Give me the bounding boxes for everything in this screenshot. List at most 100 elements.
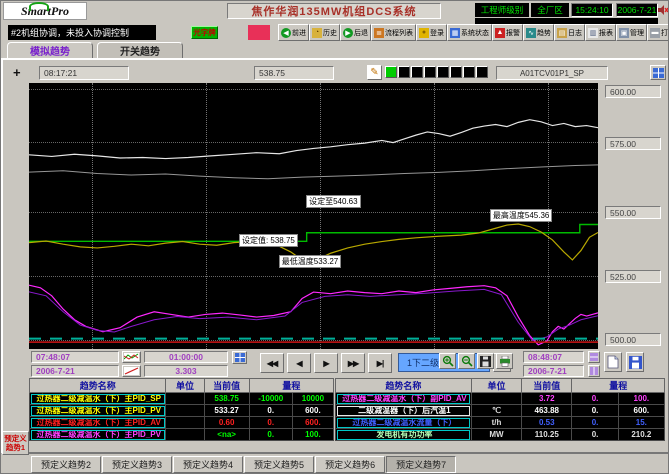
view-tab-1[interactable]: 模拟趋势	[7, 42, 93, 59]
toolbar-button-7[interactable]: ▲报警	[492, 24, 523, 41]
nav-button-3[interactable]: ▶	[314, 353, 338, 373]
back-icon: ▶	[343, 28, 353, 38]
table-row[interactable]: 过热器二级减温水（下）主PID_PV<na>0.100.	[30, 429, 334, 441]
range-max-cell: 100.	[618, 393, 664, 405]
table-row[interactable]: 过热器二级减温水（下）主PID_PV533.270.600.	[30, 405, 334, 417]
end-time-field[interactable]: 08:48:07	[523, 351, 584, 363]
new-trend-icon[interactable]	[604, 352, 622, 372]
speaker-icon[interactable]	[658, 4, 669, 16]
toolbar-button-10[interactable]: ▥报表	[585, 24, 616, 41]
bottom-tab-predefined-4[interactable]: 预定义趋势4	[173, 456, 243, 473]
trend-name-cell[interactable]: 过热器二级减温水（下）主PID_AV	[30, 417, 166, 429]
time-span-field[interactable]: 01:00:00	[144, 351, 228, 363]
bottom-tab-predefined-7[interactable]: 预定义趋势7	[386, 456, 456, 473]
toolbar-button-11[interactable]: ▣管理	[616, 24, 647, 41]
range-max-cell: 600.	[618, 405, 664, 417]
trend-name-cell[interactable]: 发电机有功功率	[336, 429, 472, 441]
unit-cell	[471, 393, 521, 405]
trend-name-cell[interactable]: 过热器二级减温水（下）主PID_PV	[30, 405, 166, 417]
crosshair-cursor-icon[interactable]: +	[13, 65, 21, 80]
toolbar-button-4[interactable]: ≣流程列表	[371, 24, 416, 41]
user-level-label: 工程师级别	[475, 3, 529, 17]
chart-annotation-1: 设定至540.63	[306, 195, 360, 208]
cursor-time-field: 08:17:21	[39, 66, 129, 80]
zoom-in-icon[interactable]	[439, 353, 456, 369]
range-max-cell: 15.	[618, 417, 664, 429]
toolbar-button-5[interactable]: ●登录	[416, 24, 447, 41]
pen-color-swatch-3[interactable]	[411, 66, 423, 78]
trend-mini-icon[interactable]	[122, 351, 141, 363]
end-time-picker-icon[interactable]	[588, 351, 600, 363]
trend-name-cell[interactable]: 过热器二级减温水（下）主PID_PV	[30, 429, 166, 441]
area-label: 全厂区	[531, 3, 569, 17]
cursor-reading-field: 3.303	[144, 365, 228, 377]
y-axis-label: 525.00	[605, 270, 661, 283]
range-min-cell: 0.	[572, 405, 618, 417]
view-tab-2[interactable]: 开关趋势	[97, 42, 183, 59]
forward-icon: ◀	[281, 28, 291, 38]
table-row[interactable]: 发电机有功功率MW110.250.210.2	[336, 429, 665, 441]
pen-color-swatch-2[interactable]	[398, 66, 410, 78]
bottom-tab-predefined-6[interactable]: 预定义趋势6	[315, 456, 385, 473]
start-time-field[interactable]: 07:48:07	[31, 351, 119, 363]
nav-button-1[interactable]: ◀◀	[260, 353, 284, 373]
toolbar-button-1[interactable]: ◀前进	[278, 24, 309, 41]
pen-color-swatch-5[interactable]	[437, 66, 449, 78]
range-min-cell: -10000	[249, 393, 292, 405]
end-date-picker-icon[interactable]	[588, 365, 600, 377]
pen-color-swatch-4[interactable]	[424, 66, 436, 78]
trend-chart[interactable]: 设定至540.63设定值: 538.75最低温度533.27最高温度545.36	[29, 83, 598, 349]
pen-color-swatch-8[interactable]	[476, 66, 488, 78]
table-row[interactable]: 过热器二级减温水（下）主PID_SP538.75-1000010000	[30, 393, 334, 405]
pen-edit-icon[interactable]: ✎	[367, 65, 382, 80]
zoom-out-icon[interactable]	[458, 353, 475, 369]
range-min-cell: 0.	[249, 405, 292, 417]
toolbar-button-9[interactable]: ▤日志	[554, 24, 585, 41]
trend-name-cell[interactable]: 过热器二级减温水流量（下）	[336, 417, 472, 429]
series-gray-temp	[29, 165, 598, 179]
y-axis-label: 550.00	[605, 206, 661, 219]
table-row[interactable]: 二级减温器（下）后汽温1℃463.880.600.	[336, 405, 665, 417]
bottom-tab-predefined-5[interactable]: 预定义趋势5	[244, 456, 314, 473]
toolbar-button-12[interactable]: ▬打印图形	[647, 24, 669, 41]
pen-color-swatch-1[interactable]	[385, 66, 397, 78]
nav-button-4[interactable]: ▶▶	[341, 353, 365, 373]
pen-color-swatch-7[interactable]	[463, 66, 475, 78]
toolbar-button-8[interactable]: ∿趋势	[523, 24, 554, 41]
pen-color-swatch-6[interactable]	[450, 66, 462, 78]
table-header-row: 趋势名称单位当前值量程	[336, 379, 665, 393]
print-icon: ▬	[650, 28, 660, 38]
start-date-field[interactable]: 2006-7-21	[31, 365, 119, 377]
unit-cell: MW	[471, 429, 521, 441]
print-trend-icon[interactable]	[496, 353, 513, 369]
bottom-tab-predefined-2[interactable]: 预定义趋势2	[31, 456, 101, 473]
range-min-cell: 0.	[572, 429, 618, 441]
toolbar-button-label: 后退	[354, 28, 368, 38]
nav-button-5[interactable]: ▶|	[368, 353, 392, 373]
bottom-tab-predefined-3[interactable]: 预定义趋势3	[102, 456, 172, 473]
bottom-tab-predefined-1[interactable]: 预定义趋势1	[2, 431, 29, 455]
alarm-icon: ▲	[495, 28, 505, 38]
chart-config-icon[interactable]	[650, 65, 666, 80]
table-row[interactable]: 过热器二级减温水（下）副PID_AV3.720.100.	[336, 393, 665, 405]
time-nav-buttons: ◀◀◀▶▶▶▶|	[260, 353, 392, 373]
trend-name-cell[interactable]: 过热器二级减温水（下）副PID_AV	[336, 393, 472, 405]
toolbar-button-2[interactable]: ◔历史	[309, 24, 340, 41]
end-date-field[interactable]: 2006-7-21	[523, 365, 584, 377]
save-trend-icon[interactable]	[477, 353, 494, 369]
unit-cell: t/h	[471, 417, 521, 429]
trend-name-cell[interactable]: 过热器二级减温水（下）主PID_SP	[30, 393, 166, 405]
light-board-button[interactable]: 光字牌	[191, 26, 218, 39]
dcs-trend-screen: SmartPro 焦作华润135MW机组DCS系统 工程师级别 全厂区 15:2…	[0, 0, 669, 474]
table-row[interactable]: 过热器二级减温水流量（下）t/h0.530.15.	[336, 417, 665, 429]
nav-button-2[interactable]: ◀	[287, 353, 311, 373]
toolbar-button-3[interactable]: ▶后退	[340, 24, 371, 41]
grid-settings-icon[interactable]	[232, 351, 247, 364]
trend-name-cell[interactable]: 二级减温器（下）后汽温1	[336, 405, 472, 417]
cursor-measure-icon[interactable]	[122, 365, 141, 377]
clock-date: 2006-7-21	[616, 3, 658, 17]
toolbar-button-6[interactable]: ▦系统状态	[447, 24, 492, 41]
table-row[interactable]: 过热器二级减温水（下）主PID_AV0.600.600.	[30, 417, 334, 429]
save-file-icon[interactable]	[626, 352, 644, 372]
flow-list-icon: ≣	[374, 28, 384, 38]
